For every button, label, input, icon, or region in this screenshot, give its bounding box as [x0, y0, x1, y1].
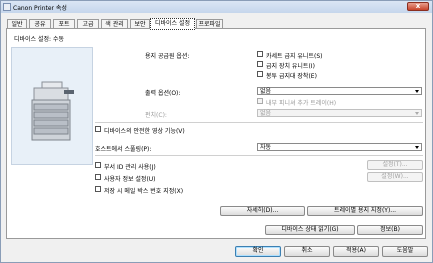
- user-info-settings-button[interactable]: 설정(W)...: [367, 172, 423, 182]
- host-spooling-select[interactable]: 자동: [257, 143, 422, 151]
- dept-id-checkbox[interactable]: [95, 162, 101, 168]
- chevron-down-icon: [415, 112, 419, 115]
- cassette-feeder-checkbox[interactable]: [257, 51, 263, 57]
- envelope-feeder-label: 봉투 급지대 장착(E): [266, 73, 317, 80]
- printer-properties-window: Canon Printer 속성 x 일반 공유 포트 고급 색 관리 보안 디…: [0, 0, 433, 263]
- panel-heading: 디바이스 설정: 수동: [14, 36, 64, 43]
- user-info-label: 사용자 정보 설정(U): [104, 176, 156, 183]
- host-spooling-value: 자동: [260, 144, 272, 151]
- secure-erase-checkbox[interactable]: [95, 126, 101, 132]
- details-button[interactable]: 자세히(D)...: [220, 206, 305, 216]
- punch-value: 없음: [260, 110, 272, 117]
- close-button[interactable]: x: [407, 2, 429, 11]
- chevron-down-icon: [415, 146, 419, 149]
- tab-device-settings[interactable]: 디바이스 설정: [150, 18, 195, 30]
- punch-select[interactable]: 없음: [257, 109, 422, 117]
- cassette-feeder-label: 카세트 급지 유니트(S): [266, 53, 323, 60]
- window-title: Canon Printer 속성: [13, 5, 67, 12]
- separator: [95, 155, 423, 156]
- tray-paper-settings-button[interactable]: 트레이별 용지 지정(Y)...: [307, 206, 423, 216]
- apply-button[interactable]: 적용(A): [333, 246, 379, 257]
- printer-icon: [3, 3, 11, 11]
- paper-feeder-label: 급지 장치 유니트(I): [266, 63, 315, 70]
- dept-id-label: 부서 ID 관리 사용(J): [104, 164, 156, 171]
- output-options-value: 없음: [260, 88, 272, 95]
- chevron-down-icon: [415, 90, 419, 93]
- ok-button[interactable]: 확인: [235, 246, 281, 257]
- get-device-status-button[interactable]: 디바이스 상태 읽기(G): [265, 225, 355, 235]
- separator: [95, 122, 423, 123]
- device-image: [11, 47, 93, 165]
- dept-id-settings-button[interactable]: 설정(T)...: [367, 160, 423, 170]
- host-spooling-label: 호스트에서 스풀링(P):: [95, 146, 152, 153]
- mailbox-checkbox[interactable]: [95, 186, 101, 192]
- secure-erase-label: 디바이스의 안전한 영상 기능(V): [104, 128, 185, 135]
- cancel-button[interactable]: 취소: [284, 246, 330, 257]
- paper-source-label: 용지 공급원 옵션:: [145, 53, 190, 60]
- paper-feeder-checkbox[interactable]: [257, 61, 263, 67]
- mailbox-label: 저장 시 메일 박스 번호 지정(X): [104, 188, 184, 195]
- title-bar: Canon Printer 속성 x: [1, 1, 432, 13]
- envelope-feeder-checkbox[interactable]: [257, 71, 263, 77]
- inner-finisher-checkbox[interactable]: [257, 98, 263, 104]
- punch-label: 펀치(C):: [145, 112, 167, 119]
- help-button[interactable]: 도움말: [382, 246, 428, 257]
- about-button[interactable]: 정보(B): [357, 225, 423, 235]
- output-options-label: 출력 옵션(O):: [145, 90, 181, 97]
- inner-finisher-label: 내부 피니셔 추가 트레이(H): [266, 100, 337, 107]
- device-settings-panel: 디바이스 설정: 수동 용지 공급원 옵션: 카세트 급지 유니트(S) 급지 …: [6, 28, 426, 239]
- output-options-select[interactable]: 없음: [257, 87, 422, 95]
- user-info-checkbox[interactable]: [95, 174, 101, 180]
